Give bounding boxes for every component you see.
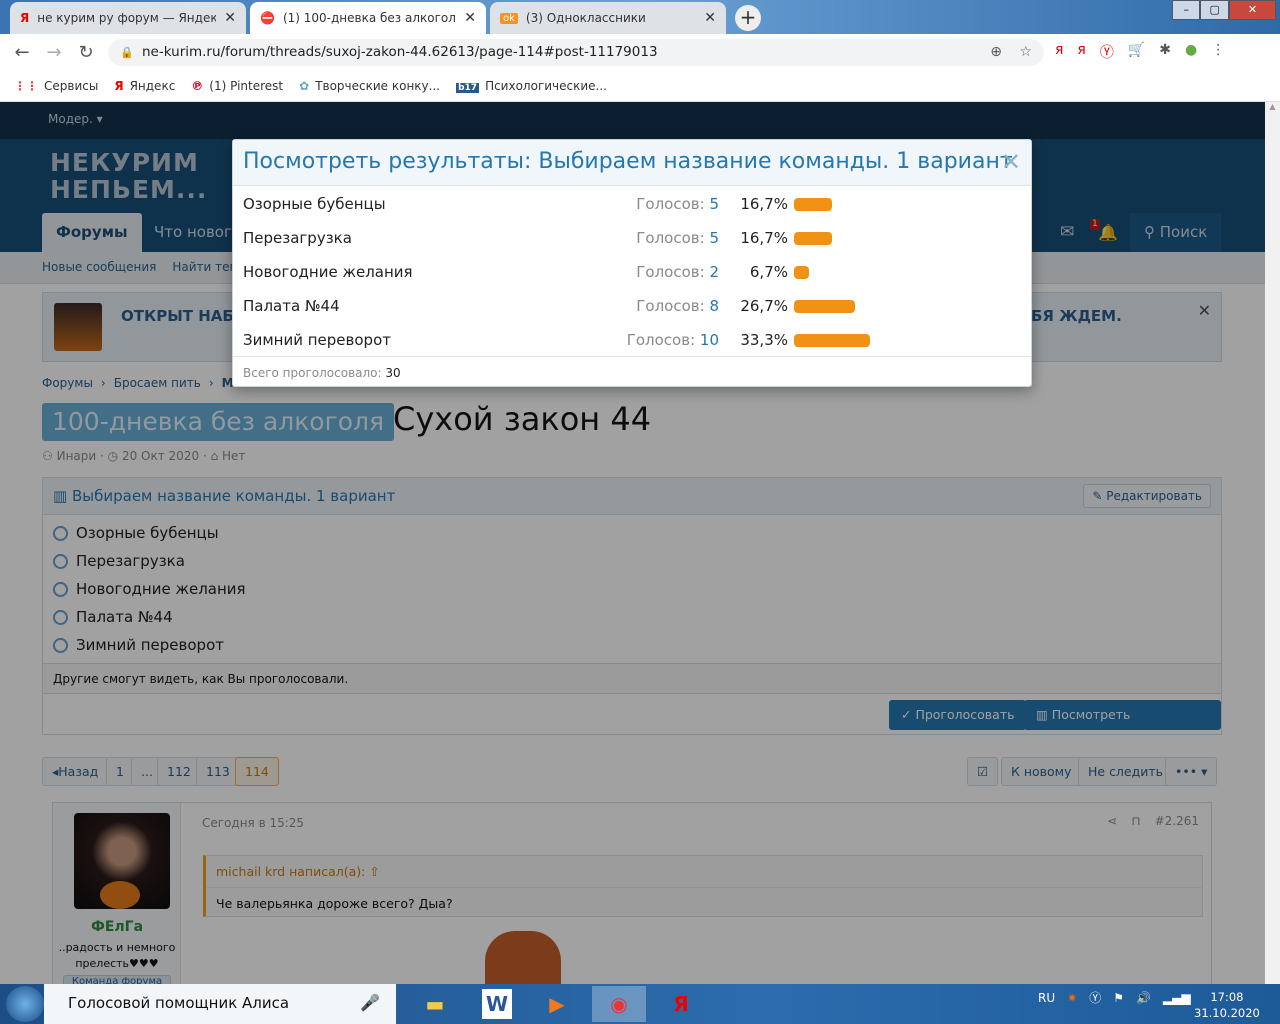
vote-count: Голосов: 5 bbox=[636, 229, 719, 247]
avast-icon[interactable]: ✷ bbox=[1067, 991, 1077, 1005]
close-icon[interactable]: ✕ bbox=[224, 10, 236, 26]
result-bar bbox=[794, 334, 870, 347]
yandex-browser-icon[interactable]: Ⓨ bbox=[1100, 42, 1114, 62]
ok-icon: ok bbox=[500, 12, 518, 24]
result-row: Новогодние желания Голосов: 2 6,7% bbox=[233, 255, 1031, 289]
close-icon[interactable]: ✕ bbox=[704, 10, 716, 26]
browser-tab[interactable]: Яне курим ру форум — Яндекс: н✕ bbox=[10, 2, 246, 34]
poll-results-dialog: Посмотреть результаты: Выбираем название… bbox=[232, 139, 1032, 387]
bookmark[interactable]: ℗ (1) Pinterest bbox=[191, 79, 283, 93]
total-votes: Всего проголосовало: 30 bbox=[233, 356, 1031, 387]
network-icon[interactable]: ▂▄▆ bbox=[1163, 991, 1191, 1005]
avatar[interactable]: ● bbox=[1185, 42, 1197, 62]
vote-count: Голосов: 8 bbox=[636, 297, 719, 315]
option-label: Новогодние желания bbox=[243, 263, 413, 281]
new-tab-button[interactable]: + bbox=[735, 5, 761, 31]
result-row: Палата №44 Голосов: 8 26,7% bbox=[233, 289, 1031, 323]
vote-percent: 16,7% bbox=[740, 229, 788, 247]
volume-icon[interactable]: 🔊 bbox=[1136, 991, 1151, 1005]
address-bar[interactable]: 🔒 ne-kurim.ru/forum/threads/suxoj-zakon-4… bbox=[108, 39, 1044, 66]
close-icon[interactable]: ✕ bbox=[1001, 148, 1021, 176]
result-bar bbox=[794, 232, 833, 245]
reload-icon[interactable]: ↻ bbox=[70, 42, 102, 63]
menu-icon[interactable]: ⋮ bbox=[1211, 42, 1225, 62]
back-icon[interactable]: ← bbox=[6, 42, 38, 63]
add-icon[interactable]: ⊕ bbox=[990, 39, 1002, 66]
star-icon[interactable]: ☆ bbox=[1019, 39, 1032, 66]
browser-tab[interactable]: ok (3) Одноклассники ✕ bbox=[490, 2, 726, 34]
yandex-icon: Я bbox=[20, 11, 30, 25]
yandex-icon[interactable]: я bbox=[1055, 42, 1063, 62]
no-smoking-icon: ⛔ bbox=[260, 11, 275, 25]
lock-icon: 🔒 bbox=[120, 46, 134, 59]
window-controls: – ▢ ✕ bbox=[1172, 0, 1276, 20]
result-row: Перезагрузка Голосов: 5 16,7% bbox=[233, 221, 1031, 255]
alice-search[interactable]: Голосовой помощник Алиса 🎤 bbox=[44, 984, 396, 1024]
word-icon[interactable]: W bbox=[482, 989, 512, 1019]
close-window-button[interactable]: ✕ bbox=[1228, 0, 1276, 20]
yandex-icon[interactable]: Ⓨ bbox=[1089, 989, 1101, 1006]
flag-icon[interactable]: ⚑ bbox=[1113, 991, 1124, 1005]
bookmark[interactable]: ✿ Творческие конку... bbox=[299, 79, 440, 93]
vote-percent: 33,3% bbox=[740, 331, 788, 349]
option-label: Зимний переворот bbox=[243, 331, 391, 349]
tab-strip: Яне курим ру форум — Яндекс: н✕ ⛔(1) 100… bbox=[0, 0, 1280, 34]
dialog-title: Посмотреть результаты: Выбираем название… bbox=[233, 140, 1031, 186]
clock[interactable]: 17:08 31.10.2020 bbox=[1194, 989, 1260, 1021]
vote-count: Голосов: 10 bbox=[626, 331, 719, 349]
cart-icon[interactable]: 🛒 bbox=[1128, 42, 1145, 62]
extensions: я я Ⓨ 🛒 ✱ ● ⋮ bbox=[1055, 42, 1225, 62]
minimize-button[interactable]: – bbox=[1172, 0, 1201, 20]
close-icon[interactable]: ✕ bbox=[464, 10, 476, 26]
scrollbar[interactable]: ▲ bbox=[1265, 102, 1280, 984]
vote-count: Голосов: 2 bbox=[636, 263, 719, 281]
yandex-icon[interactable]: я bbox=[1077, 42, 1085, 62]
pinterest-icon: ℗ bbox=[191, 78, 204, 93]
option-label: Палата №44 bbox=[243, 297, 340, 315]
bookmark[interactable]: b17 Психологические... bbox=[456, 79, 607, 93]
chrome-icon[interactable]: ◉ bbox=[592, 986, 646, 1022]
forward-icon[interactable]: → bbox=[38, 42, 70, 63]
bookmarks-bar: ⋮⋮ Сервисы Я Яндекс ℗ (1) Pinterest ✿ Творче… bbox=[0, 70, 1280, 102]
vote-percent: 26,7% bbox=[740, 297, 788, 315]
result-bar bbox=[794, 300, 855, 313]
start-button[interactable] bbox=[6, 986, 44, 1022]
bookmark[interactable]: ⋮⋮ Сервисы bbox=[14, 79, 98, 93]
taskbar: Голосовой помощник Алиса 🎤 ▬ W ▶ ◉ Я RU ✷ Ⓨ… bbox=[0, 984, 1280, 1024]
option-label: Озорные бубенцы bbox=[243, 195, 386, 213]
b17-icon: b17 bbox=[456, 82, 480, 93]
yandex-browser-icon[interactable]: Я bbox=[654, 986, 708, 1022]
result-row: Озорные бубенцы Голосов: 5 16,7% bbox=[233, 187, 1031, 221]
vote-count: Голосов: 5 bbox=[636, 195, 719, 213]
yandex-icon: Я bbox=[114, 78, 124, 93]
result-bar bbox=[794, 198, 833, 211]
contest-icon: ✿ bbox=[299, 78, 310, 93]
option-label: Перезагрузка bbox=[243, 229, 352, 247]
media-player-icon[interactable]: ▶ bbox=[530, 986, 584, 1022]
explorer-icon[interactable]: ▬ bbox=[408, 986, 462, 1022]
puzzle-icon[interactable]: ✱ bbox=[1159, 42, 1171, 62]
vote-percent: 6,7% bbox=[749, 263, 788, 281]
maximize-button[interactable]: ▢ bbox=[1200, 0, 1229, 20]
result-bar bbox=[794, 266, 810, 279]
vote-percent: 16,7% bbox=[740, 195, 788, 213]
result-row: Зимний переворот Голосов: 10 33,3% bbox=[233, 323, 1031, 357]
microphone-icon[interactable]: 🎤 bbox=[360, 993, 380, 1012]
system-tray: RU ✷ Ⓨ ⚑ 🔊 ▂▄▆ bbox=[1038, 989, 1191, 1006]
apps-icon: ⋮⋮ bbox=[14, 78, 38, 93]
bookmark[interactable]: Я Яндекс bbox=[114, 79, 175, 93]
browser-tab-active[interactable]: ⛔(1) 100-дневка без алкоголя - С✕ bbox=[250, 2, 486, 34]
